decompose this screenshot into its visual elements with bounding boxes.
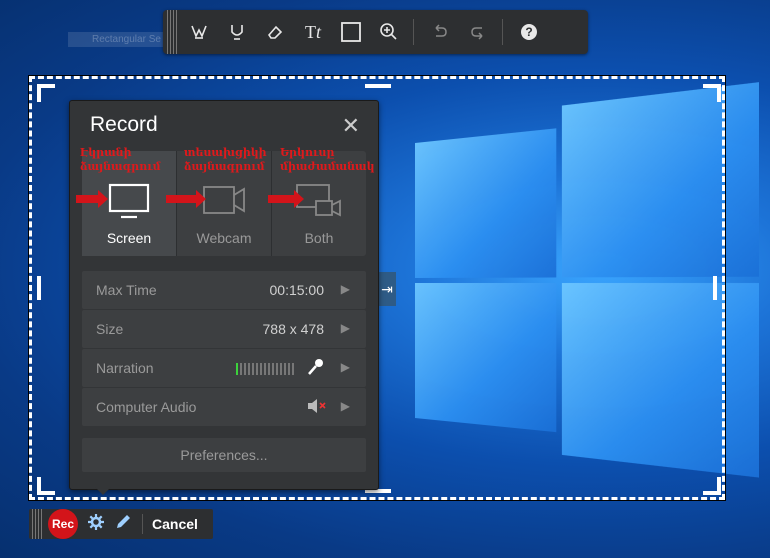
chevron-right-icon: ▶ xyxy=(340,282,350,296)
selection-handle-top-left[interactable] xyxy=(37,84,55,102)
annotation-line: Երկուսը xyxy=(280,146,335,159)
monitor-icon xyxy=(108,183,150,219)
selection-handle-bottom-right[interactable] xyxy=(703,477,721,495)
annotation-webcam: տեսախցիկի ձայնագրում xyxy=(184,146,267,174)
annotation-line: միաժամանակ xyxy=(280,160,375,173)
undo-icon[interactable] xyxy=(422,14,458,50)
rec-button[interactable]: Rec xyxy=(48,509,78,539)
setting-label: Size xyxy=(96,321,124,337)
bottom-bar-grip[interactable] xyxy=(32,509,42,539)
bottom-bar-divider xyxy=(142,514,143,534)
close-icon[interactable]: ✕ xyxy=(342,113,360,139)
audio-level-meter xyxy=(236,363,296,375)
toolbar-divider xyxy=(502,19,503,45)
setting-value: 00:15:00 xyxy=(269,282,325,298)
eraser-icon[interactable] xyxy=(257,14,293,50)
annotation-screen: Էկրանի ձայնագրում xyxy=(80,146,161,174)
annotation-arrow xyxy=(268,190,304,208)
mic-icon xyxy=(306,357,326,382)
annotation-both: Երկուսը միաժամանակ xyxy=(280,146,375,174)
setting-narration[interactable]: Narration ▶ xyxy=(82,349,366,387)
chevron-right-icon: ▶ xyxy=(340,399,350,413)
toolbar-divider xyxy=(413,19,414,45)
mode-label: Webcam xyxy=(196,230,252,246)
mode-label: Screen xyxy=(106,230,152,246)
annotation-line: Էկրանի xyxy=(80,146,132,159)
webcam-icon xyxy=(203,186,245,214)
preferences-button[interactable]: Preferences... xyxy=(82,438,366,472)
selection-handle-left[interactable] xyxy=(37,276,41,300)
mode-label: Both xyxy=(304,230,334,246)
setting-label: Max Time xyxy=(96,282,157,298)
zoom-icon[interactable] xyxy=(371,14,407,50)
setting-value: 788 x 478 xyxy=(262,321,325,337)
selection-handle-right[interactable] xyxy=(713,276,717,300)
selection-handle-top[interactable] xyxy=(365,84,391,88)
help-icon[interactable]: ? xyxy=(511,14,547,50)
annotation-arrow xyxy=(166,190,206,208)
setting-label: Narration xyxy=(96,360,154,376)
chevron-right-icon: ▶ xyxy=(340,360,350,374)
setting-max-time[interactable]: Max Time 00:15:00 ▶ xyxy=(82,271,366,309)
highlighter-icon[interactable] xyxy=(181,14,217,50)
rectangle-icon[interactable] xyxy=(333,14,369,50)
chevron-right-icon: ▶ xyxy=(340,321,350,335)
annotation-line: ձայնագրում xyxy=(184,160,265,173)
annotation-arrow xyxy=(76,190,108,208)
capture-bottom-bar: Rec Cancel xyxy=(29,509,213,539)
cancel-button[interactable]: Cancel xyxy=(152,516,198,532)
selection-handle-bottom-left[interactable] xyxy=(37,477,55,495)
setting-computer-audio[interactable]: Computer Audio ▶ xyxy=(82,388,366,426)
panel-title: Record xyxy=(90,113,158,136)
gear-icon[interactable] xyxy=(87,513,105,536)
setting-label: Computer Audio xyxy=(96,399,197,415)
redo-icon[interactable] xyxy=(460,14,496,50)
annotation-line: տեսախցիկի xyxy=(184,146,267,159)
record-settings: Max Time 00:15:00 ▶ Size 788 x 478 ▶ Nar… xyxy=(82,271,366,427)
svg-text:?: ? xyxy=(525,25,532,39)
speaker-muted-icon xyxy=(306,397,328,420)
pen-icon[interactable] xyxy=(219,14,255,50)
annotation-line: ձայնագրում xyxy=(80,160,161,173)
annotation-toolbar: Tt ? xyxy=(163,10,588,54)
selection-handle-top-right[interactable] xyxy=(703,84,721,102)
text-icon[interactable]: Tt xyxy=(295,14,331,50)
collapse-panel-arrow[interactable]: ⇥ xyxy=(378,272,396,306)
setting-size[interactable]: Size 788 x 478 ▶ xyxy=(82,310,366,348)
pencil-icon[interactable] xyxy=(114,513,132,536)
toolbar-grip[interactable] xyxy=(167,10,179,54)
panel-pointer xyxy=(95,487,111,495)
